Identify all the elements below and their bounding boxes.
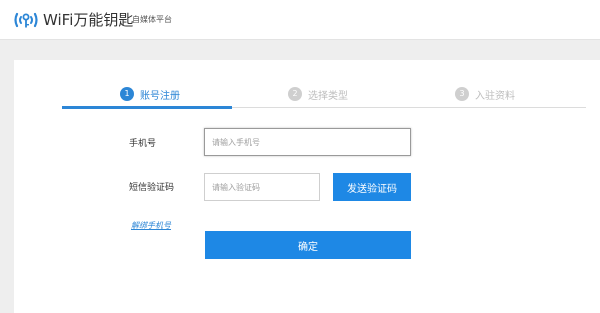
step-track-progress: [62, 106, 232, 109]
step-label: 入驻资料: [475, 90, 515, 102]
step-onboarding-info: 3 入驻资料: [455, 85, 515, 103]
step-number: 1: [120, 87, 134, 101]
sms-code-label: 短信验证码: [129, 183, 175, 193]
wifi-key-logo-icon[interactable]: [14, 9, 38, 31]
brand-subtitle: 自媒体平台: [132, 15, 172, 24]
step-number: 2: [288, 87, 302, 101]
phone-input[interactable]: [204, 128, 411, 156]
unbind-phone-link[interactable]: 解绑手机号: [131, 220, 171, 231]
step-account-register: 1 账号注册: [120, 85, 180, 103]
step-choose-type: 2 选择类型: [288, 85, 348, 103]
top-header: WiFi万能钥匙 自媒体平台: [0, 0, 600, 40]
step-label: 选择类型: [308, 90, 348, 102]
sms-code-input[interactable]: [204, 173, 320, 201]
step-number: 3: [455, 87, 469, 101]
phone-label: 手机号: [129, 139, 157, 149]
confirm-button[interactable]: 确定: [205, 231, 411, 259]
brand-name[interactable]: WiFi万能钥匙: [43, 9, 133, 30]
step-indicator: 1 账号注册 2 选择类型 3 入驻资料: [62, 80, 586, 109]
registration-panel: 1 账号注册 2 选择类型 3 入驻资料 手机号 短信验证码 发送验证码 解绑手…: [14, 60, 600, 313]
step-label: 账号注册: [140, 90, 180, 102]
send-code-button[interactable]: 发送验证码: [333, 173, 411, 201]
